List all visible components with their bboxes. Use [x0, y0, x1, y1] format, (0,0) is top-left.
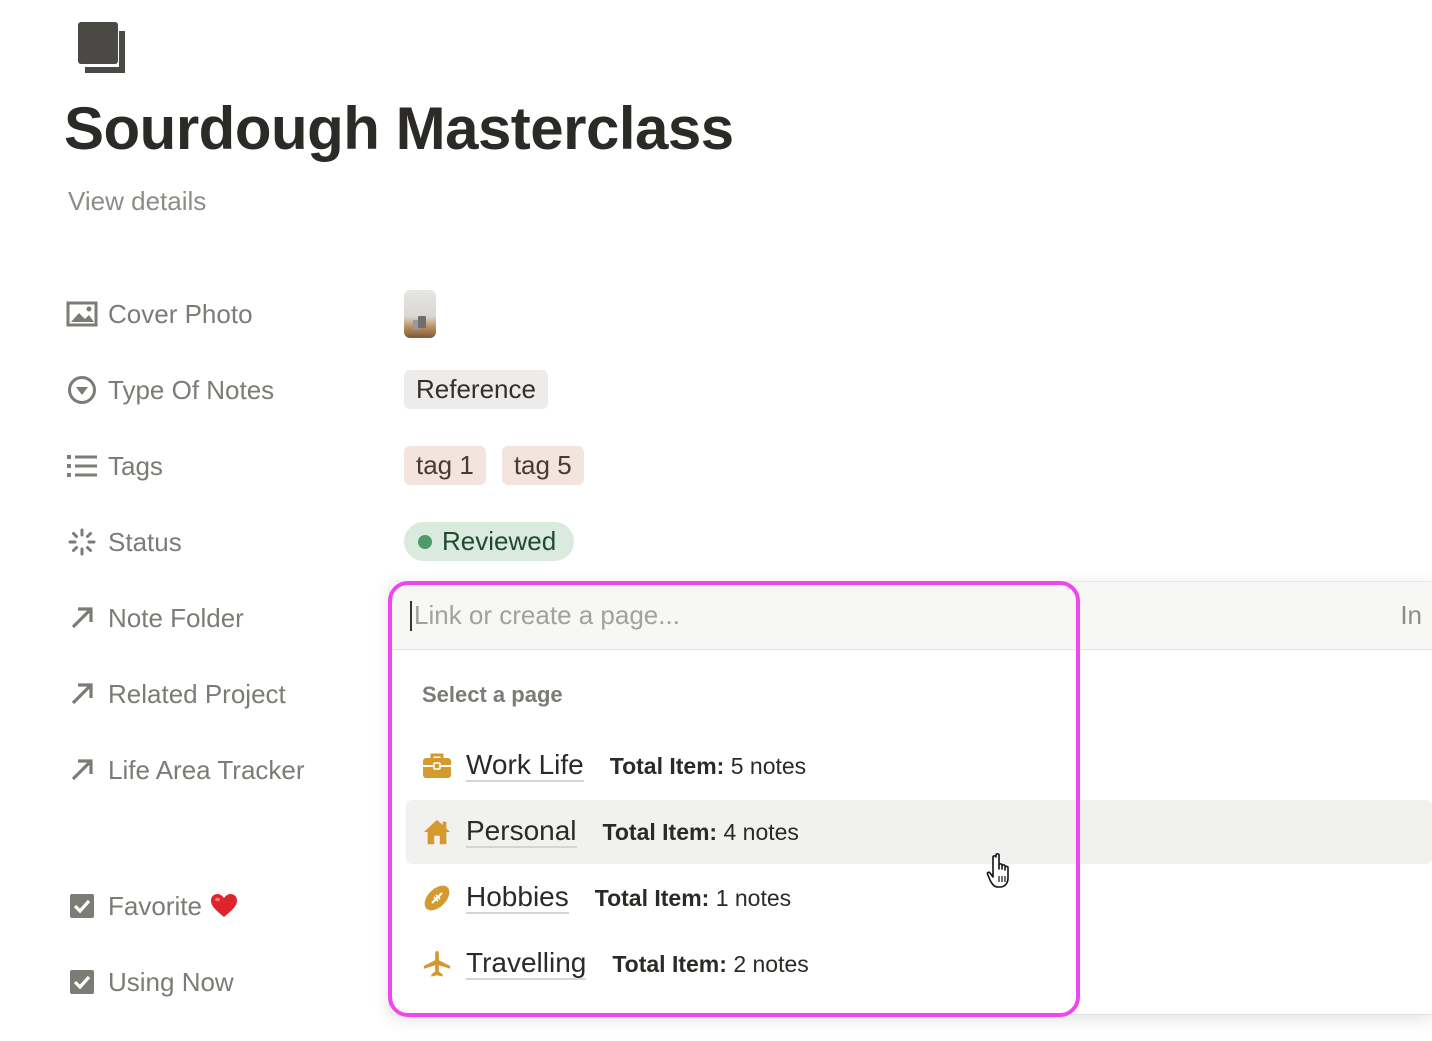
page-option-personal[interactable]: Personal Total Item: 4 notes [406, 800, 1432, 864]
image-icon [66, 298, 98, 330]
option-title: Travelling [466, 947, 587, 981]
status-icon [66, 526, 98, 558]
property-label: Cover Photo [108, 298, 253, 329]
property-label: Favorite [108, 890, 202, 921]
property-life-area-tracker[interactable]: Life Area Tracker [66, 750, 305, 790]
page-option-hobbies[interactable]: Hobbies Total Item: 1 notes [406, 866, 1432, 930]
property-label: Note Folder [108, 602, 244, 633]
meta-label: Total Item: [594, 884, 710, 911]
checkbox-icon [66, 966, 98, 998]
meta-value: 4 notes [723, 818, 799, 845]
meta-label: Total Item: [612, 950, 727, 977]
search-suffix[interactable]: In [1400, 600, 1422, 631]
hand-cursor-icon [986, 852, 1022, 892]
text-caret [410, 600, 412, 631]
heart-emoji-icon [210, 893, 238, 919]
meta-value: 2 notes [733, 950, 809, 977]
tag-chip[interactable]: tag 5 [501, 446, 584, 485]
property-cover-photo[interactable]: Cover Photo [66, 294, 253, 334]
property-label: Related Project [108, 678, 286, 709]
option-meta: Total Item: 1 notes [595, 885, 791, 912]
page-option-work-life[interactable]: Work Life Total Item: 5 notes [406, 734, 1432, 798]
select-icon [66, 374, 98, 406]
property-note-folder[interactable]: Note Folder [66, 598, 244, 638]
status-dot [418, 534, 432, 549]
property-favorite[interactable]: Favorite [66, 886, 238, 926]
option-meta: Total Item: 2 notes [612, 951, 808, 978]
cover-photo-value[interactable] [404, 290, 436, 338]
property-label: Using Now [108, 966, 234, 997]
option-meta: Total Item: 4 notes [603, 819, 799, 846]
cover-photo-thumbnail[interactable] [404, 290, 436, 338]
meta-value: 5 notes [730, 752, 807, 779]
option-title: Personal [466, 815, 577, 849]
airplane-icon [422, 949, 452, 979]
document-icon[interactable] [76, 20, 130, 76]
option-title: Hobbies [466, 881, 569, 915]
option-title: Work Life [466, 749, 584, 783]
view-details-link[interactable]: View details [68, 186, 206, 217]
popup-search-bar: In [390, 582, 1432, 650]
meta-value: 1 notes [715, 884, 792, 911]
option-meta: Total Item: 5 notes [610, 753, 806, 780]
relation-arrow-icon [66, 678, 98, 710]
tag-chip[interactable]: tag 1 [404, 446, 486, 485]
relation-arrow-icon [66, 602, 98, 634]
list-icon [66, 450, 98, 482]
property-tags[interactable]: Tags [66, 446, 163, 486]
meta-label: Total Item: [609, 752, 725, 779]
page-option-travelling[interactable]: Travelling Total Item: 2 notes [406, 932, 1432, 996]
property-type-of-notes[interactable]: Type Of Notes [66, 370, 274, 410]
property-label: Type Of Notes [108, 374, 275, 405]
page-title: Sourdough Masterclass [64, 95, 734, 162]
status-badge[interactable]: Reviewed [404, 522, 575, 561]
section-heading: Select a page [422, 682, 563, 707]
football-icon [422, 883, 452, 913]
house-icon [422, 817, 452, 847]
property-label: Tags [108, 450, 163, 481]
property-status[interactable]: Status [66, 522, 182, 562]
relation-arrow-icon [66, 754, 98, 786]
briefcase-icon [422, 751, 452, 781]
meta-label: Total Item: [602, 818, 718, 845]
status-text: Reviewed [442, 526, 557, 556]
link-page-search-input[interactable] [414, 600, 1314, 631]
type-of-notes-chip[interactable]: Reference [404, 370, 548, 409]
link-page-popup: In Select a page Work Life Total Item: 5… [390, 582, 1432, 1014]
property-related-project[interactable]: Related Project [66, 674, 286, 714]
checkbox-icon [66, 890, 98, 922]
property-label: Life Area Tracker [108, 754, 305, 785]
property-label: Status [108, 526, 182, 557]
property-using-now[interactable]: Using Now [66, 962, 234, 1002]
